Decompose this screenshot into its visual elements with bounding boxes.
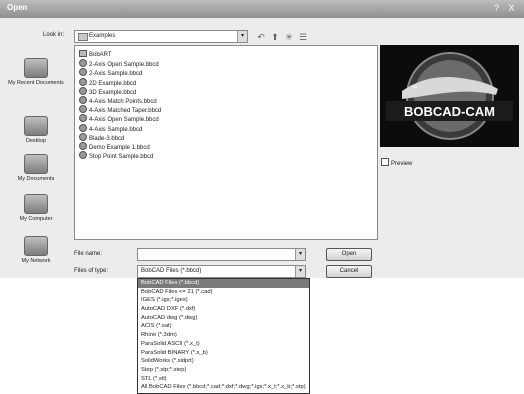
file-list-item[interactable]: 4-Axis Sample.bbcd	[79, 123, 143, 133]
bobcad-logo: BOBCAD-CAM	[386, 52, 513, 140]
place-icon	[24, 58, 48, 78]
look-in-label: Look in:	[43, 32, 65, 38]
file-icon	[79, 105, 87, 114]
back-icon[interactable]: ↶	[256, 32, 266, 42]
files-of-type-combo[interactable]: BobCAD Files (*.bbcd) ▾	[137, 265, 306, 278]
file-icon	[79, 142, 87, 150]
places-item[interactable]: My Network	[4, 236, 68, 264]
file-name: 4-Axis Open Sample.bbcd	[89, 117, 159, 124]
file-name: 2-Axis Sample.bbcd	[89, 71, 143, 78]
file-list-item[interactable]: 2-Axis Open Sample.bbcd	[79, 59, 159, 68]
file-icon	[79, 132, 87, 141]
places-item[interactable]: My Recent Documents	[4, 58, 68, 86]
file-icon	[79, 86, 87, 95]
file-list-item[interactable]: Demo Example 1.bbcd	[79, 142, 150, 151]
file-type-option[interactable]: AutoCAD dwg (*.dwg)	[138, 314, 309, 323]
logo-text: BOBCAD-CAM	[404, 104, 495, 119]
file-type-option[interactable]: Step (*.stp;*.step)	[138, 366, 309, 375]
file-icon	[79, 123, 87, 132]
file-type-option[interactable]: ParaSolid ASCII (*.x_t)	[138, 340, 309, 349]
file-name: 2D Example.bbcd	[89, 80, 137, 87]
file-name: Demo Example 1.bbcd	[89, 145, 150, 151]
file-name: 4-Axis Sample.bbcd	[89, 126, 143, 133]
cancel-button[interactable]: Cancel	[326, 265, 372, 278]
place-label: My Network	[21, 258, 51, 264]
places-item[interactable]: My Computer	[4, 194, 68, 222]
place-icon	[24, 154, 48, 174]
preview-pane: BOBCAD-CAM	[380, 45, 519, 147]
file-icon	[79, 96, 87, 104]
places-bar: My Recent Documents Desktop My Documents My…	[4, 50, 68, 278]
close-button[interactable]: X	[505, 2, 518, 14]
title-bar[interactable]: Open ? X	[0, 0, 524, 18]
file-type-option[interactable]: Rhino (*.3dm)	[138, 331, 309, 340]
file-name: 2-Axis Open Sample.bbcd	[89, 62, 159, 69]
places-item[interactable]: My Documents	[4, 154, 68, 182]
file-type-option[interactable]: AutoCAD DXF (*.dxf)	[138, 305, 309, 314]
file-name: Blade-3.bbcd	[89, 135, 125, 142]
file-icon	[79, 114, 87, 123]
file-name-label: File name:	[74, 251, 103, 257]
open-dialog: Open ? X Look in: Examples ▾ ↶ ⬆ ✳ ☰ My Rec…	[0, 0, 524, 278]
file-type-option[interactable]: BobCAD Files (*.bbcd)	[138, 279, 309, 288]
file-list-item[interactable]: 4-Axis Match Points.bbcd	[79, 96, 157, 105]
file-list-item[interactable]: 3D Example.bbcd	[79, 86, 137, 96]
chevron-down-icon[interactable]: ▾	[237, 31, 247, 42]
look-in-value: Examples	[89, 33, 116, 39]
files-of-type-label: Files of type:	[74, 268, 109, 274]
chevron-down-icon[interactable]: ▾	[295, 266, 305, 277]
file-type-option[interactable]: All BobCAD Files (*.bbcd;*.cad;*.dxf;*.d…	[138, 383, 309, 392]
file-icon	[79, 151, 87, 160]
new-folder-icon[interactable]: ✳	[284, 32, 294, 42]
open-button[interactable]: Open	[326, 248, 372, 261]
file-name: 4-Axis Matched Taper.bbcd	[89, 108, 162, 115]
places-item[interactable]: Desktop	[4, 116, 68, 144]
file-list[interactable]: BobART 2-Axis Open Sample.bbcd 2-Axis Samp…	[74, 45, 378, 240]
place-icon	[24, 116, 48, 136]
file-name: Stop Point Sample.bbcd	[89, 154, 154, 161]
place-label: My Computer	[19, 216, 53, 222]
place-icon	[24, 236, 48, 256]
file-name: 4-Axis Match Points.bbcd	[89, 99, 157, 105]
file-list-item[interactable]: 4-Axis Matched Taper.bbcd	[79, 105, 161, 114]
file-type-option[interactable]: SolidWorks (*.sldprt)	[138, 357, 309, 366]
file-list-item[interactable]: Stop Point Sample.bbcd	[79, 151, 153, 160]
place-label: Desktop	[25, 138, 47, 144]
file-list-item[interactable]: BobART	[79, 50, 112, 59]
look-in-combo[interactable]: Examples ▾	[74, 30, 248, 43]
file-type-dropdown-list[interactable]: BobCAD Files (*.bbcd) BobCAD Files <= 21 …	[137, 278, 310, 394]
file-type-option[interactable]: ACIS (*.sat)	[138, 322, 309, 331]
files-of-type-value: BobCAD Files (*.bbcd)	[141, 268, 202, 274]
file-list-item[interactable]: 2-Axis Sample.bbcd	[79, 68, 142, 77]
file-type-option[interactable]: ParaSolid BINARY (*.x_b)	[138, 349, 309, 358]
chevron-down-icon[interactable]: ▾	[295, 249, 305, 260]
file-list-item[interactable]: 4-Axis Open Sample.bbcd	[79, 114, 159, 123]
place-icon	[24, 194, 48, 214]
window-title: Open	[7, 3, 28, 12]
file-name: BobART	[89, 52, 112, 58]
file-list-item[interactable]: Blade-3.bbcd	[79, 132, 125, 142]
file-icon	[79, 59, 87, 68]
views-menu-icon[interactable]: ☰	[298, 32, 308, 42]
help-button[interactable]: ?	[490, 2, 503, 14]
up-folder-icon[interactable]: ⬆	[270, 32, 280, 42]
preview-label: Preview	[391, 161, 413, 167]
file-list-item[interactable]: 2D Example.bbcd	[79, 77, 137, 87]
file-icon	[79, 77, 87, 86]
checkbox-icon[interactable]	[381, 158, 389, 166]
place-label: My Documents	[17, 176, 55, 182]
preview-checkbox[interactable]: Preview	[381, 158, 412, 167]
navigation-toolbar: ↶ ⬆ ✳ ☰	[256, 32, 308, 42]
file-type-option[interactable]: BobCAD Files <= 21 (*.cad)	[138, 288, 309, 297]
file-icon	[79, 68, 87, 77]
folder-icon	[79, 50, 87, 57]
file-type-option[interactable]: STL (*.stl)	[138, 375, 309, 384]
file-name: 3D Example.bbcd	[89, 89, 137, 96]
place-label: My Recent Documents	[8, 80, 64, 86]
file-name-field[interactable]: ▾	[137, 248, 306, 261]
file-type-option[interactable]: IGES (*.igs;*.iges)	[138, 296, 309, 305]
folder-icon	[78, 33, 88, 41]
